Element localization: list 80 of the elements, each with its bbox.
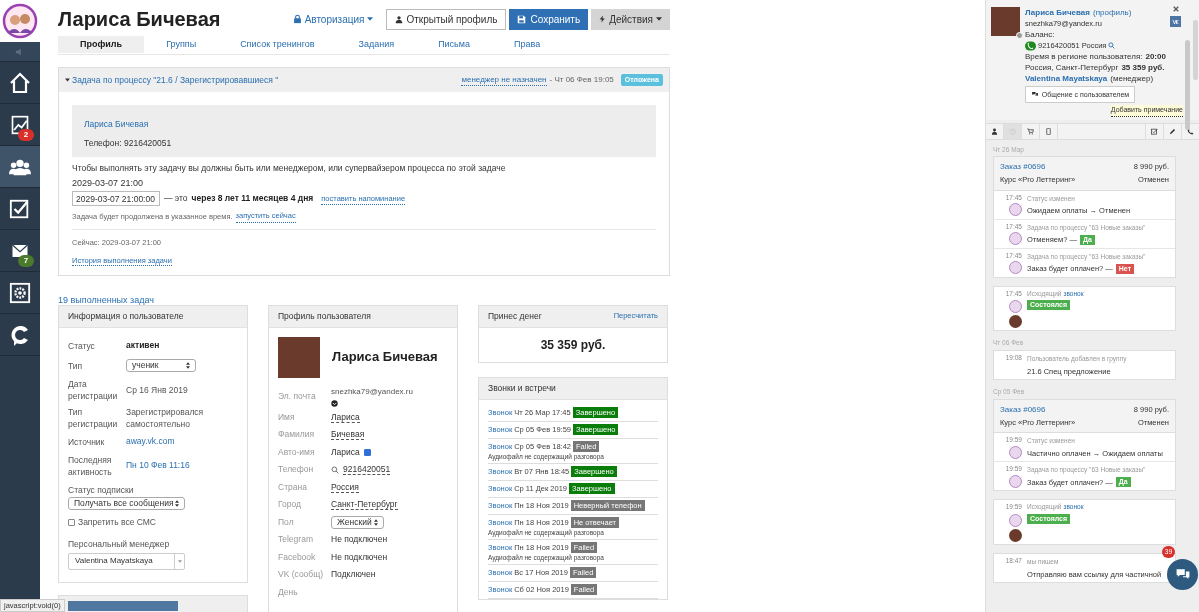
tab[interactable]: Список тренингов: [218, 36, 337, 53]
field-link[interactable]: Пн 10 Фев 11:16: [126, 459, 190, 472]
count-badge: 7: [18, 255, 34, 267]
field-value: активен: [126, 339, 160, 352]
field-value: Подключен: [331, 568, 376, 582]
gender-select[interactable]: Женский: [331, 515, 384, 529]
user-revenue: 35 359 руб.: [1121, 62, 1165, 73]
card-title: Звонки и встречи: [488, 381, 556, 395]
field-label: Авто-имя: [278, 445, 316, 459]
profile-link[interactable]: (профиль): [1093, 7, 1132, 18]
field-value: Не подключен: [331, 533, 388, 547]
card-title: Информация о пользователе: [68, 309, 184, 323]
user-name-link[interactable]: Лариса Бичевая: [1025, 7, 1090, 18]
field-label: Статус: [68, 339, 96, 352]
contact-phone: Телефон: 9216420051: [84, 136, 173, 150]
manager-link[interactable]: Valentina Mayatskaya: [1025, 73, 1108, 84]
field-label: Тип регистрации: [68, 405, 119, 430]
tab[interactable]: Права: [492, 36, 563, 53]
field-label: Персональный менеджер: [68, 538, 171, 551]
field-label: Пол: [278, 515, 295, 529]
field-label: Телефон: [278, 463, 315, 477]
field-link[interactable]: away.vk.com: [126, 435, 175, 448]
task-datetime: 2029-03-07 21:00: [72, 176, 145, 190]
card-title: Профиль пользователя: [278, 309, 371, 323]
datetime-input[interactable]: 2029-03-07 21:00:00: [72, 191, 160, 207]
field-value: Лариса: [331, 445, 360, 459]
contact-name-link[interactable]: Лариса Бичевая: [84, 118, 149, 131]
task-title-link[interactable]: Задача по процессу "21.6 / Зарегистрировавшиеся ": [65, 73, 279, 87]
field-label: Имя: [278, 410, 296, 424]
open-profile-button[interactable]: Открытый профиль: [386, 8, 507, 30]
field-label: Facebook: [278, 550, 317, 564]
field-value: Зарегистрировался самостоятельно: [126, 405, 205, 430]
type-select[interactable]: ученик: [126, 359, 196, 372]
field-label: Город: [278, 498, 302, 512]
authorization-link[interactable]: Авторизация: [292, 11, 374, 27]
task-notice: Чтобы выполнять эту задачу вы должны быть или менеджером, или супервайзером процесса по этой задаче: [72, 162, 507, 175]
relative-time: через 8 лет 11 месяцев 4 дня: [191, 192, 314, 206]
card-title: Принес денег: [488, 309, 542, 323]
tab[interactable]: Профиль: [58, 36, 145, 53]
tab[interactable]: Задания: [336, 36, 417, 53]
tab[interactable]: Группы: [144, 36, 219, 53]
task-date: - Чт 06 Фев 19:05: [549, 74, 614, 86]
revenue-amount: 35 359 руб.: [540, 336, 606, 354]
region-time: 20:00: [1145, 51, 1166, 62]
actions-button[interactable]: Действия: [591, 8, 670, 30]
balance-label: Баланс:: [1025, 29, 1056, 40]
field-label: Статус подписки: [68, 483, 135, 497]
page-title: Лариса Бичевая: [58, 7, 221, 31]
subscription-select[interactable]: Получать все сообщения: [68, 497, 185, 511]
editable-value[interactable]: Лариса: [331, 411, 360, 423]
region-time-label: Время в регионе пользователя:: [1025, 51, 1143, 62]
count-badge: 2: [18, 129, 34, 141]
tab[interactable]: Письма: [416, 36, 492, 53]
field-value: Ср 16 Янв 2019: [126, 383, 188, 396]
editable-value[interactable]: Санкт-Петербург: [331, 499, 398, 511]
editable-value[interactable]: 9216420051: [343, 464, 391, 476]
field-label: Источник: [68, 435, 106, 448]
field-value: Не подключен: [331, 550, 388, 564]
field-label: День: [278, 585, 299, 599]
field-label: Дата регистрации: [68, 377, 119, 402]
order-link[interactable]: Заказ #0696: [1000, 161, 1046, 174]
editable-value[interactable]: Бичевая: [331, 429, 365, 441]
field-label: Последняя активность: [68, 453, 113, 478]
user-location: Россия, Санкт-Петербург: [1025, 62, 1119, 73]
relative-prefix: — это: [164, 192, 188, 206]
field-label: Эл. почта: [278, 389, 317, 403]
field-label: Фамилия: [278, 428, 316, 442]
manager-link[interactable]: менеджер не назначен: [461, 74, 547, 86]
field-label: Telegram: [278, 533, 314, 547]
field-label: Тип: [68, 359, 84, 372]
field-label: Страна: [278, 480, 308, 494]
profile-name: Лариса Бичевая: [332, 348, 438, 367]
checkbox-label: Запретить все СМС: [78, 516, 156, 529]
manager-select[interactable]: Valentina Mayatskaya: [68, 552, 185, 570]
manager-role: (менеджер): [1110, 73, 1154, 84]
order-link[interactable]: Заказ #0696: [1000, 403, 1046, 416]
save-button[interactable]: Сохранить: [509, 8, 589, 30]
email-text: snezhka79@yandex.ru: [331, 385, 413, 398]
editable-value[interactable]: Россия: [331, 481, 359, 493]
field-label: VK (сообщ): [278, 568, 325, 582]
